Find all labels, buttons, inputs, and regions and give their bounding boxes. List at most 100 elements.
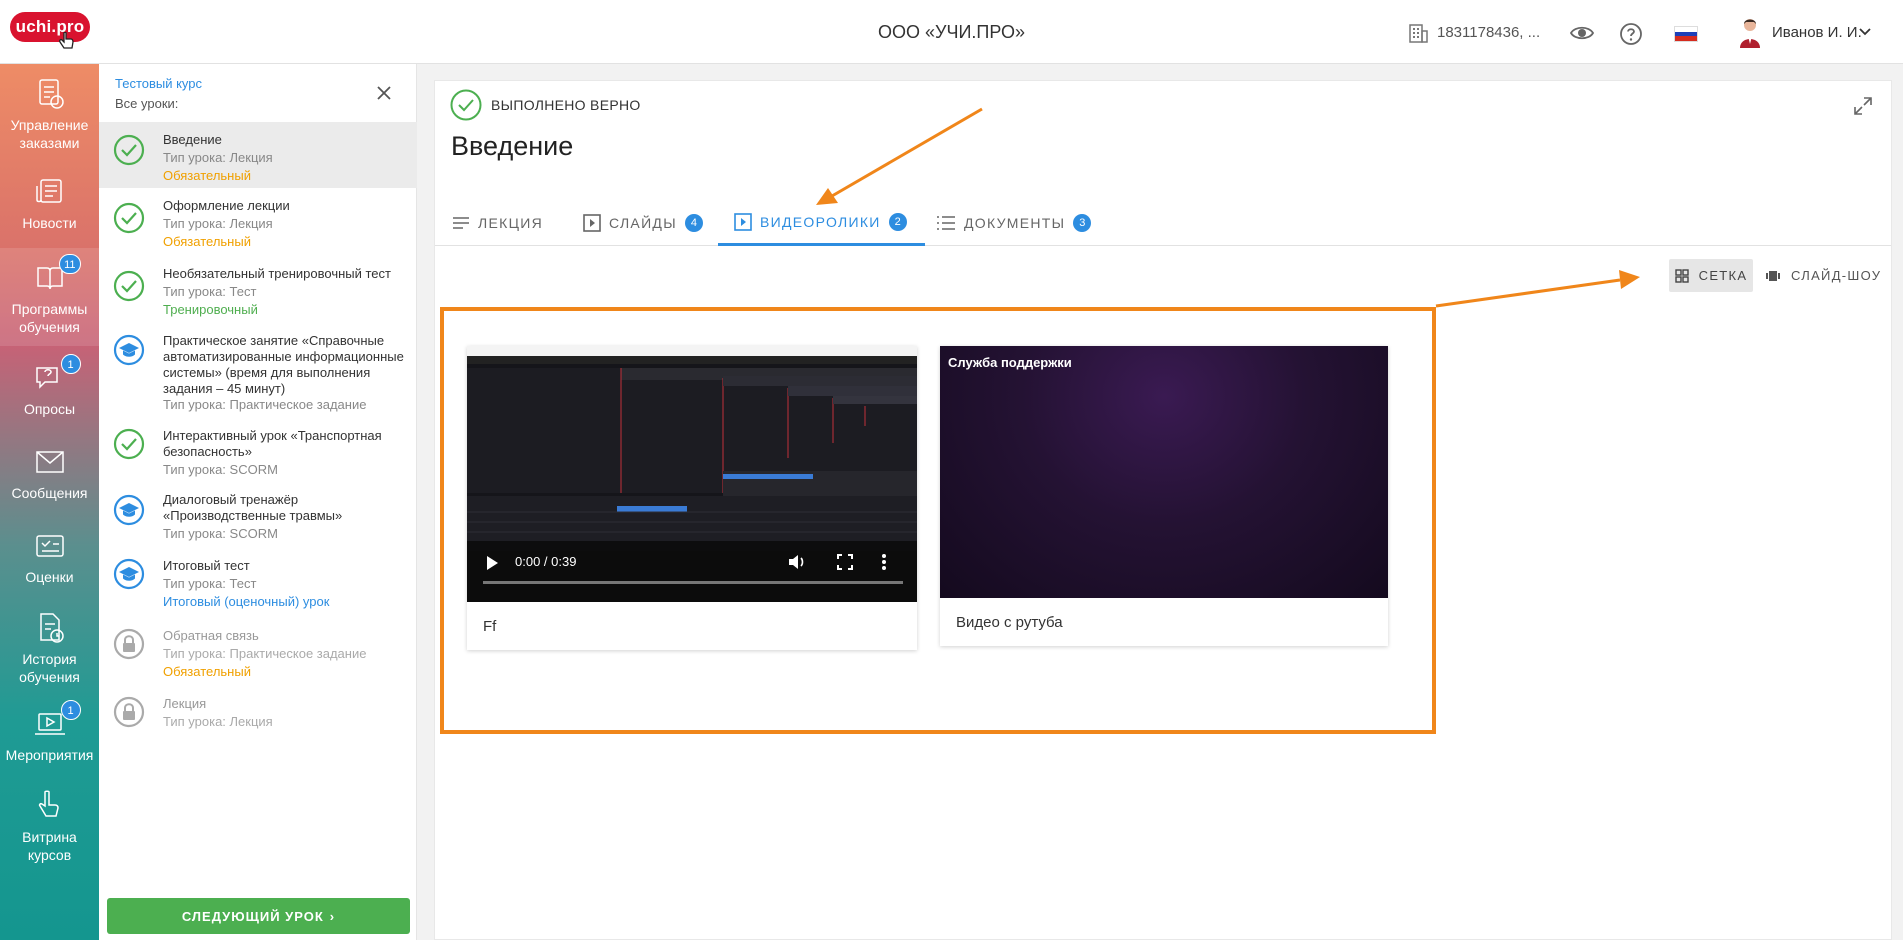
chevron-right-icon: › [329,908,336,924]
fullscreen-icon[interactable] [837,554,853,570]
video-player[interactable]: 0:00 / 0:39 [467,346,917,602]
next-lesson-label: СЛЕДУЮЩИЙ УРОК [181,908,324,924]
lock-icon [113,628,145,660]
tab-label: ЛЕКЦИЯ [478,215,544,231]
lock-icon [113,696,145,728]
rail-item-showcase[interactable]: Витрина курсов [0,790,99,864]
text-lines-icon [453,217,469,229]
lesson-type: Тип урока: SCORM [163,526,278,541]
lesson-tag: Обязательный [163,664,251,679]
tab-documents[interactable]: ДОКУМЕНТЫ 3 [936,200,1092,246]
video-controls: 0:00 / 0:39 [467,541,917,586]
lesson-item[interactable]: Необязательный тренировочный тест Тип ур… [99,256,417,322]
video-progress-bar[interactable] [483,581,903,584]
expand-icon[interactable] [1853,96,1873,116]
volume-icon[interactable] [787,553,807,571]
lesson-title: Обратная связь [163,628,259,643]
lessons-sidebar: Тестовый курс Все уроки: Введение Тип ур… [99,64,417,940]
rail-item-label: Оценки [25,569,74,585]
slideshow-icon [1766,270,1780,281]
lesson-item[interactable]: Интерактивный урок «Транспортная безопас… [99,424,417,486]
slideshow-view-label: СЛАЙД-ШОУ [1791,268,1882,283]
play-square-icon [583,214,601,232]
russian-flag-icon[interactable] [1674,26,1698,42]
surveys-icon-wrap: 1 [33,354,81,394]
check-circle-icon [113,270,145,302]
rail-item-label: Программы обучения [11,301,88,335]
programs-icon-wrap: 11 [33,254,81,294]
messages-icon [35,451,64,473]
user-name[interactable]: Иванов И. И. [1772,24,1862,41]
tab-label: СЛАЙДЫ [609,215,677,231]
lesson-item[interactable]: Диалоговый тренажёр «Производственные тр… [99,488,417,550]
rail-item-programs[interactable]: 11 Программы обучения [0,248,99,346]
showcase-icon [38,790,59,817]
building-icon[interactable] [1407,22,1429,44]
rail-item-label: Новости [22,215,77,231]
lesson-type: Тип урока: Тест [163,576,257,591]
rail-item-label: История обучения [19,651,80,685]
eye-icon[interactable] [1569,22,1595,44]
lesson-type: Тип урока: Лекция [163,714,273,729]
events-badge: 1 [60,700,81,720]
next-lesson-button[interactable]: СЛЕДУЮЩИЙ УРОК › [107,898,410,934]
tab-lecture[interactable]: ЛЕКЦИЯ [452,200,543,246]
tab-badge: 2 [888,212,907,231]
grid-view-label: СЕТКА [1698,268,1748,283]
tab-slides[interactable]: СЛАЙДЫ 4 [583,200,703,246]
history-icon [39,613,64,643]
rail-item-messages[interactable]: Сообщения [0,446,99,502]
graduation-cap-icon [113,494,145,526]
tab-label: ВИДЕОРОЛИКИ [760,213,881,230]
chevron-down-icon[interactable] [1858,26,1872,38]
lesson-tag: Обязательный [163,168,251,183]
programs-badge: 11 [59,254,81,274]
surveys-badge: 1 [60,354,81,374]
more-options-icon[interactable] [881,553,887,571]
rail-item-grades[interactable]: Оценки [0,530,99,586]
lesson-item[interactable]: Лекция Тип урока: Лекция [99,690,417,740]
graduation-cap-icon [113,334,145,366]
check-circle-icon [450,89,482,121]
lesson-type: Тип урока: Лекция [163,150,273,165]
uchi-pro-logo[interactable]: uchi.pro [10,12,90,42]
play-icon[interactable] [485,555,499,571]
lesson-type: Тип урока: SCORM [163,462,278,477]
video-player[interactable]: Служба поддержки [940,346,1388,598]
lesson-item[interactable]: Практическое занятие «Справочные автомат… [99,324,417,412]
video-card[interactable]: 0:00 / 0:39 Ff [467,346,917,650]
avatar[interactable] [1737,16,1763,48]
lesson-tag: Итоговый (оценочный) урок [163,594,330,609]
rail-item-news[interactable]: Новости [0,176,99,232]
lesson-title: Необязательный тренировочный тест [163,266,391,281]
grid-view-button[interactable]: СЕТКА [1669,259,1753,292]
video-card[interactable]: Служба поддержки Видео с рутуба [940,346,1388,646]
account-number[interactable]: 1831178436, ... [1437,24,1540,41]
rail-item-history[interactable]: История обучения [0,612,99,686]
lesson-item[interactable]: Обратная связь Тип урока: Практическое з… [99,622,417,684]
lesson-title: Введение [163,132,222,147]
lesson-tag: Обязательный [163,234,251,249]
rail-item-label: Витрина курсов [22,829,77,863]
rail-item-label: Мероприятия [5,747,94,763]
video-overlay-title: Служба поддержки [948,355,1072,370]
page-title: Введение [451,131,574,161]
play-square-icon [734,212,752,231]
rail-item-orders[interactable]: Управление заказами [0,78,99,152]
lesson-item[interactable]: Оформление лекции Тип урока: Лекция Обяз… [99,188,417,254]
video-caption: Ff [483,618,497,635]
rail-item-events[interactable]: 1 Мероприятия [0,700,99,764]
close-icon[interactable] [375,84,393,102]
top-header: uchi.pro ООО «УЧИ.ПРО» 1831178436, ... И… [0,0,1903,64]
rail-item-surveys[interactable]: 1 Опросы [0,354,99,418]
lesson-item[interactable]: Итоговый тест Тип урока: Тест Итоговый (… [99,554,417,616]
lesson-title: Итоговый тест [163,558,250,573]
course-link[interactable]: Тестовый курс [115,76,202,91]
graduation-cap-icon [113,558,145,590]
lesson-tag: Тренировочный [163,302,258,317]
lesson-type: Тип урока: Практическое задание [163,646,367,661]
tab-videos[interactable]: ВИДЕОРОЛИКИ 2 [718,200,925,246]
lesson-item[interactable]: Введение Тип урока: Лекция Обязательный [99,122,417,188]
help-icon[interactable] [1619,22,1643,46]
slideshow-view-button[interactable]: СЛАЙД-ШОУ [1765,259,1881,292]
